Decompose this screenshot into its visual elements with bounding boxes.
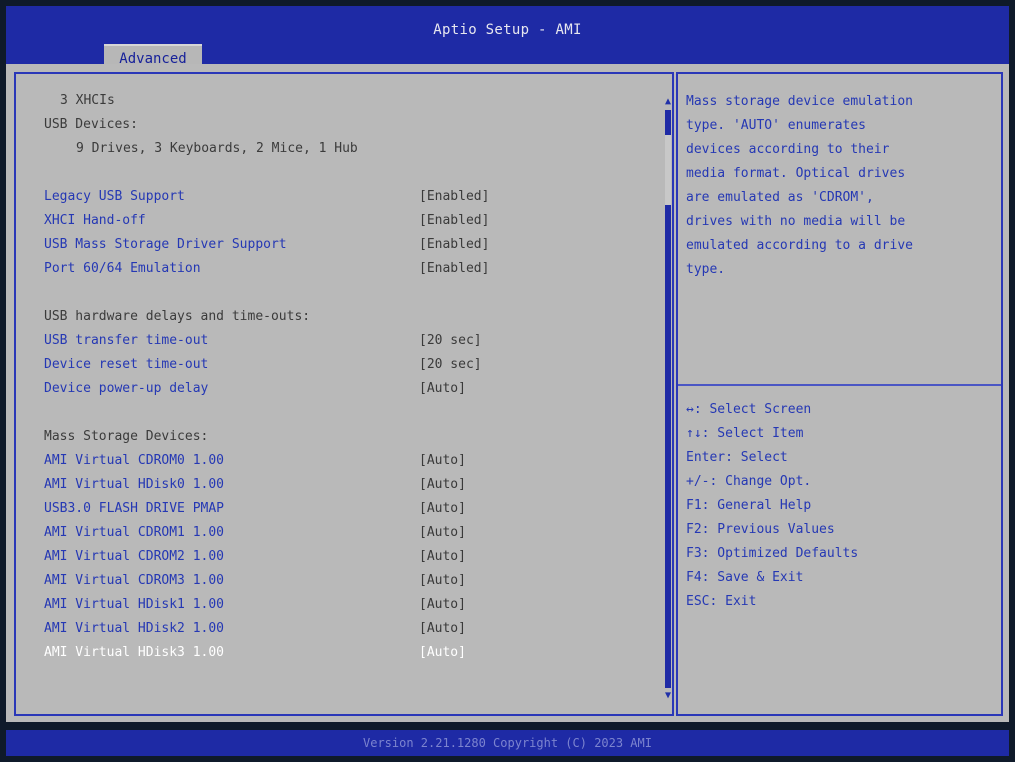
setting-row-label: USB Mass Storage Driver Support <box>44 237 287 252</box>
mass-storage-row-value[interactable]: [Auto] <box>419 474 466 496</box>
scrollbar[interactable]: ▲ ▼ <box>662 96 674 702</box>
help-pane: Mass storage device emulation type. 'AUTO… <box>676 72 1003 716</box>
mass-storage-row[interactable]: AMI Virtual HDisk0 1.00 [Auto] <box>44 474 644 496</box>
key-hint: ↑↓: Select Item <box>686 426 804 441</box>
key-hint: Enter: Select <box>686 450 788 465</box>
setting-row[interactable]: Device power-up delay [Auto] <box>44 378 644 400</box>
mass-storage-row-label: AMI Virtual HDisk0 1.00 <box>44 477 225 492</box>
setting-row[interactable]: Device reset time-out [20 sec] <box>44 354 644 376</box>
info-line-label: 3 XHCIs <box>60 93 115 108</box>
setting-row[interactable]: USB transfer time-out [20 sec] <box>44 330 644 352</box>
mass-storage-row-label: AMI Virtual CDROM1 1.00 <box>44 525 225 540</box>
mass-storage-row[interactable]: AMI Virtual HDisk3 1.00 [Auto] <box>44 642 644 664</box>
mass-storage-row-value[interactable]: [Auto] <box>419 594 466 616</box>
mass-storage-row-value[interactable]: [Auto] <box>419 546 466 568</box>
key-hint: +/-: Change Opt. <box>686 474 812 489</box>
setting-row[interactable]: XHCI Hand-off [Enabled] <box>44 210 644 232</box>
setting-row-value[interactable]: [20 sec] <box>419 330 482 352</box>
help-divider <box>678 384 1001 386</box>
mass-storage-row-label: AMI Virtual CDROM0 1.00 <box>44 453 225 468</box>
app-title: Aptio Setup - AMI <box>433 22 582 38</box>
setting-row-label: Legacy USB Support <box>44 189 185 204</box>
mass-storage-row-label: USB3.0 FLASH DRIVE PMAP <box>44 501 225 516</box>
version-footer: Version 2.21.1280 Copyright (C) 2023 AMI <box>6 730 1009 756</box>
mass-storage-row[interactable]: AMI Virtual HDisk2 1.00 [Auto] <box>44 618 644 640</box>
mass-storage-row[interactable]: AMI Virtual CDROM2 1.00 [Auto] <box>44 546 644 568</box>
mass-storage-row-label: AMI Virtual CDROM2 1.00 <box>44 549 225 564</box>
mass-storage-row-value[interactable]: [Auto] <box>419 450 466 472</box>
mass-storage-row-value[interactable]: [Auto] <box>419 522 466 544</box>
settings-pane: 3 XHCIs USB Devices: 9 Drives, 3 Keyboards… <box>14 72 674 716</box>
section-header-label: Mass Storage Devices: <box>44 429 209 444</box>
mass-storage-row[interactable]: USB3.0 FLASH DRIVE PMAP [Auto] <box>44 498 644 520</box>
setting-row-value[interactable]: [Auto] <box>419 378 466 400</box>
setting-row-label: USB transfer time-out <box>44 333 209 348</box>
mass-storage-row[interactable]: AMI Virtual HDisk1 1.00 [Auto] <box>44 594 644 616</box>
info-line: USB Devices: <box>44 114 644 136</box>
setting-row-value[interactable]: [Enabled] <box>419 210 489 232</box>
info-line: 9 Drives, 3 Keyboards, 2 Mice, 1 Hub <box>44 138 644 160</box>
help-line: type. <box>686 262 726 277</box>
mass-storage-row-label: AMI Virtual CDROM3 1.00 <box>44 573 225 588</box>
main-frame: 3 XHCIs USB Devices: 9 Drives, 3 Keyboards… <box>6 64 1009 722</box>
section-header: Mass Storage Devices: <box>44 426 644 448</box>
setting-row-value[interactable]: [Enabled] <box>419 258 489 280</box>
setting-row-value[interactable]: [20 sec] <box>419 354 482 376</box>
setting-row-label: Port 60/64 Emulation <box>44 261 201 276</box>
mass-storage-row[interactable]: AMI Virtual CDROM3 1.00 [Auto] <box>44 570 644 592</box>
mass-storage-row[interactable]: AMI Virtual CDROM1 1.00 [Auto] <box>44 522 644 544</box>
help-line: Mass storage device emulation <box>686 94 913 109</box>
help-line: drives with no media will be <box>686 214 906 229</box>
scroll-up-arrow-icon[interactable]: ▲ <box>662 96 674 108</box>
setting-row-value[interactable]: [Enabled] <box>419 234 489 256</box>
key-hint: ↔: Select Screen <box>686 402 812 417</box>
mass-storage-row[interactable]: AMI Virtual CDROM0 1.00 [Auto] <box>44 450 644 472</box>
setting-row[interactable]: USB Mass Storage Driver Support [Enabled] <box>44 234 644 256</box>
help-text: Mass storage device emulation type. 'AUTO… <box>686 90 996 282</box>
help-line: media format. Optical drives <box>686 166 906 181</box>
setting-row[interactable]: Port 60/64 Emulation [Enabled] <box>44 258 644 280</box>
info-line-label: 9 Drives, 3 Keyboards, 2 Mice, 1 Hub <box>76 141 358 156</box>
setting-row[interactable]: Legacy USB Support [Enabled] <box>44 186 644 208</box>
mass-storage-row-value[interactable]: [Auto] <box>419 498 466 520</box>
key-hint: F3: Optimized Defaults <box>686 546 859 561</box>
setting-row-label: Device power-up delay <box>44 381 209 396</box>
setting-row-label: Device reset time-out <box>44 357 209 372</box>
scroll-down-arrow-icon[interactable]: ▼ <box>662 690 674 702</box>
title-bar: Aptio Setup - AMI Advanced <box>6 6 1009 72</box>
scroll-thumb[interactable] <box>665 135 671 205</box>
mass-storage-row-value[interactable]: [Auto] <box>419 642 466 664</box>
mass-storage-row-label: AMI Virtual HDisk3 1.00 <box>44 645 225 660</box>
info-line-label: USB Devices: <box>44 117 138 132</box>
mass-storage-row-label: AMI Virtual HDisk1 1.00 <box>44 597 225 612</box>
key-legend: ↔: Select Screen ↑↓: Select Item Enter: Se… <box>686 398 986 614</box>
key-hint: F1: General Help <box>686 498 812 513</box>
setting-row-label: XHCI Hand-off <box>44 213 146 228</box>
section-header: USB hardware delays and time-outs: <box>44 306 644 328</box>
mass-storage-row-value[interactable]: [Auto] <box>419 570 466 592</box>
help-line: emulated according to a drive <box>686 238 913 253</box>
setting-row-value[interactable]: [Enabled] <box>419 186 489 208</box>
info-line: 3 XHCIs <box>44 90 644 112</box>
section-header-label: USB hardware delays and time-outs: <box>44 309 311 324</box>
key-hint: ESC: Exit <box>686 594 757 609</box>
mass-storage-row-value[interactable]: [Auto] <box>419 618 466 640</box>
key-hint: F2: Previous Values <box>686 522 835 537</box>
help-line: are emulated as 'CDROM', <box>686 190 874 205</box>
scroll-track[interactable] <box>665 110 671 688</box>
help-line: type. 'AUTO' enumerates <box>686 118 867 133</box>
key-hint: F4: Save & Exit <box>686 570 804 585</box>
help-line: devices according to their <box>686 142 890 157</box>
mass-storage-row-label: AMI Virtual HDisk2 1.00 <box>44 621 225 636</box>
